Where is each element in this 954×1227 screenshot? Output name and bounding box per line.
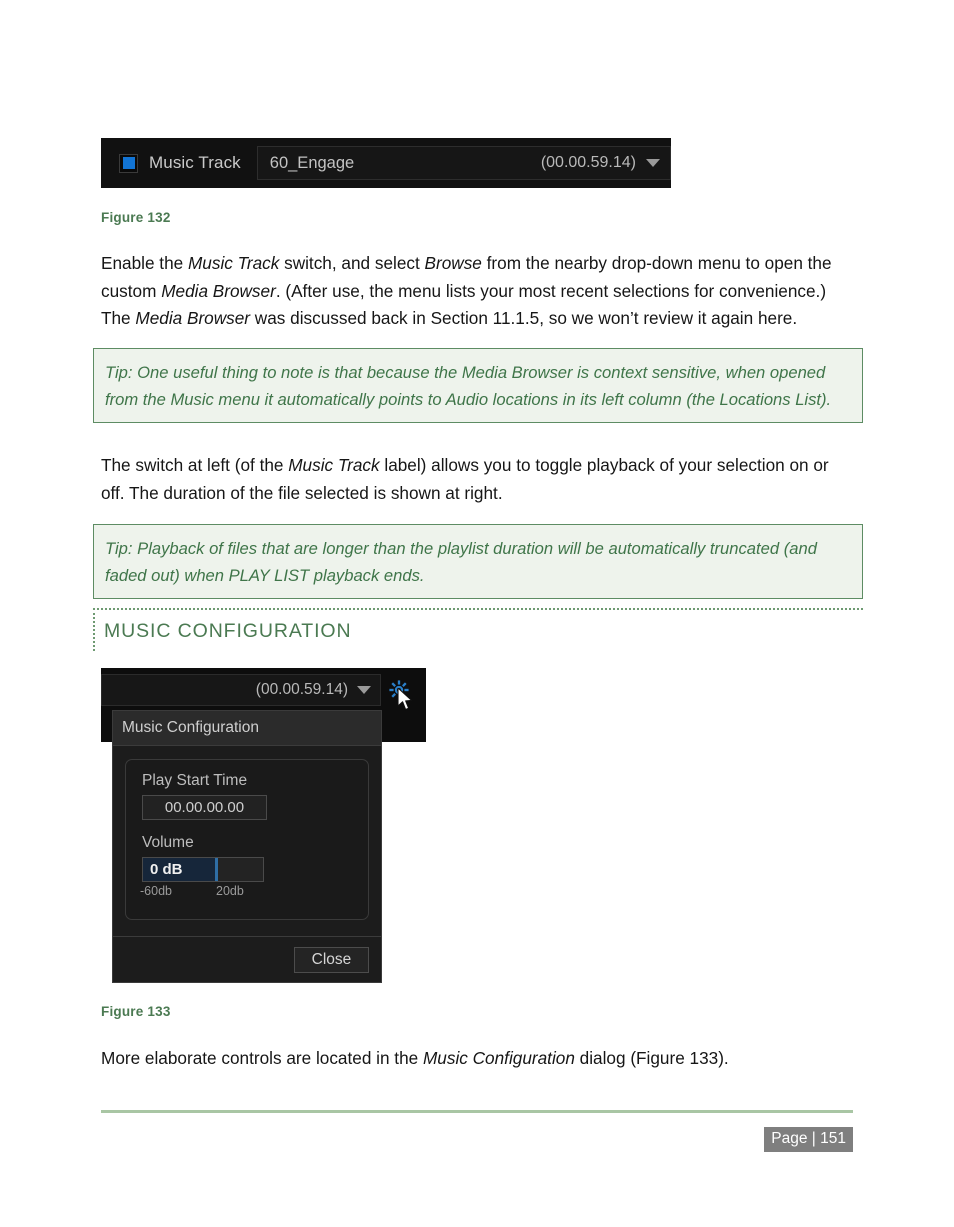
volume-max-label: 20db bbox=[216, 884, 244, 898]
document-page: Music Track 60_Engage (00.00.59.14) Figu… bbox=[0, 0, 954, 1227]
play-start-time-label: Play Start Time bbox=[142, 772, 248, 789]
p1-em2: Browse bbox=[424, 253, 482, 273]
music-track-file-field[interactable]: 60_Engage (00.00.59.14) bbox=[256, 146, 671, 180]
music-track-file-field-small[interactable]: (00.00.59.14) bbox=[101, 674, 381, 706]
dialog-title: Music Configuration bbox=[113, 711, 381, 746]
paragraph-1: Enable the Music Track switch, and selec… bbox=[101, 250, 853, 333]
settings-group-box: Play Start Time 00.00.00.00 Volume 0 dB … bbox=[125, 759, 369, 920]
figure-133-music-configuration-dialog: (00.00.59.14) Music Configuration Play S… bbox=[101, 668, 427, 983]
dialog-footer: Close bbox=[113, 936, 381, 982]
close-button[interactable]: Close bbox=[294, 946, 369, 973]
music-track-field-right: (00.00.59.14) bbox=[541, 154, 660, 172]
music-track-file-name: 60_Engage bbox=[269, 153, 355, 172]
footer-divider bbox=[101, 1110, 853, 1113]
p1-seg5: was discussed back in Section 11.1.5, so… bbox=[250, 308, 798, 328]
figure-132-music-track-bar: Music Track 60_Engage (00.00.59.14) bbox=[101, 138, 671, 188]
chevron-down-icon[interactable] bbox=[646, 159, 660, 167]
music-configuration-dialog: Music Configuration Play Start Time 00.0… bbox=[112, 710, 382, 983]
music-track-duration-small: (00.00.59.14) bbox=[255, 681, 348, 698]
p1-em4: Media Browser bbox=[135, 308, 251, 328]
page-number-badge: Page | 151 bbox=[764, 1127, 853, 1152]
volume-label: Volume bbox=[142, 834, 194, 851]
volume-value: 0 dB bbox=[150, 861, 183, 878]
tip-box-1: Tip: One useful thing to note is that be… bbox=[93, 348, 863, 423]
p1-seg2: switch, and select bbox=[279, 253, 425, 273]
volume-slider[interactable]: 0 dB bbox=[142, 857, 264, 882]
p1-seg1: Enable the bbox=[101, 253, 188, 273]
mouse-pointer-icon bbox=[397, 688, 413, 711]
music-track-duration: (00.00.59.14) bbox=[540, 154, 636, 171]
figure-133-caption: Figure 133 bbox=[101, 1004, 171, 1019]
paragraph-2: The switch at left (of the Music Track l… bbox=[101, 452, 853, 507]
p3-em1: Music Configuration bbox=[422, 1048, 575, 1068]
p2-em1: Music Track bbox=[288, 455, 380, 475]
p1-em3: Media Browser bbox=[161, 280, 276, 301]
checkbox-checked-indicator bbox=[122, 157, 135, 169]
figure-132-caption: Figure 132 bbox=[101, 210, 171, 225]
tip-box-2: Tip: Playback of files that are longer t… bbox=[93, 524, 863, 599]
p3-seg1: More elaborate controls are located in t… bbox=[101, 1048, 423, 1068]
volume-min-label: -60db bbox=[140, 884, 172, 898]
chevron-down-icon[interactable] bbox=[357, 686, 371, 694]
p1-em1: Music Track bbox=[187, 253, 280, 273]
p2-seg1: The switch at left (of the bbox=[101, 455, 289, 475]
dialog-body: Play Start Time 00.00.00.00 Volume 0 dB … bbox=[113, 746, 381, 920]
volume-slider-handle[interactable] bbox=[215, 858, 218, 881]
volume-scale: -60db 20db bbox=[140, 884, 264, 900]
music-track-label: Music Track bbox=[149, 153, 241, 172]
p3-seg2: dialog (Figure 133). bbox=[574, 1048, 729, 1068]
paragraph-3: More elaborate controls are located in t… bbox=[101, 1045, 853, 1073]
music-track-checkbox[interactable] bbox=[119, 153, 138, 173]
section-heading-music-configuration: MUSIC CONFIGURATION bbox=[93, 608, 863, 651]
play-start-time-input[interactable]: 00.00.00.00 bbox=[142, 795, 267, 820]
